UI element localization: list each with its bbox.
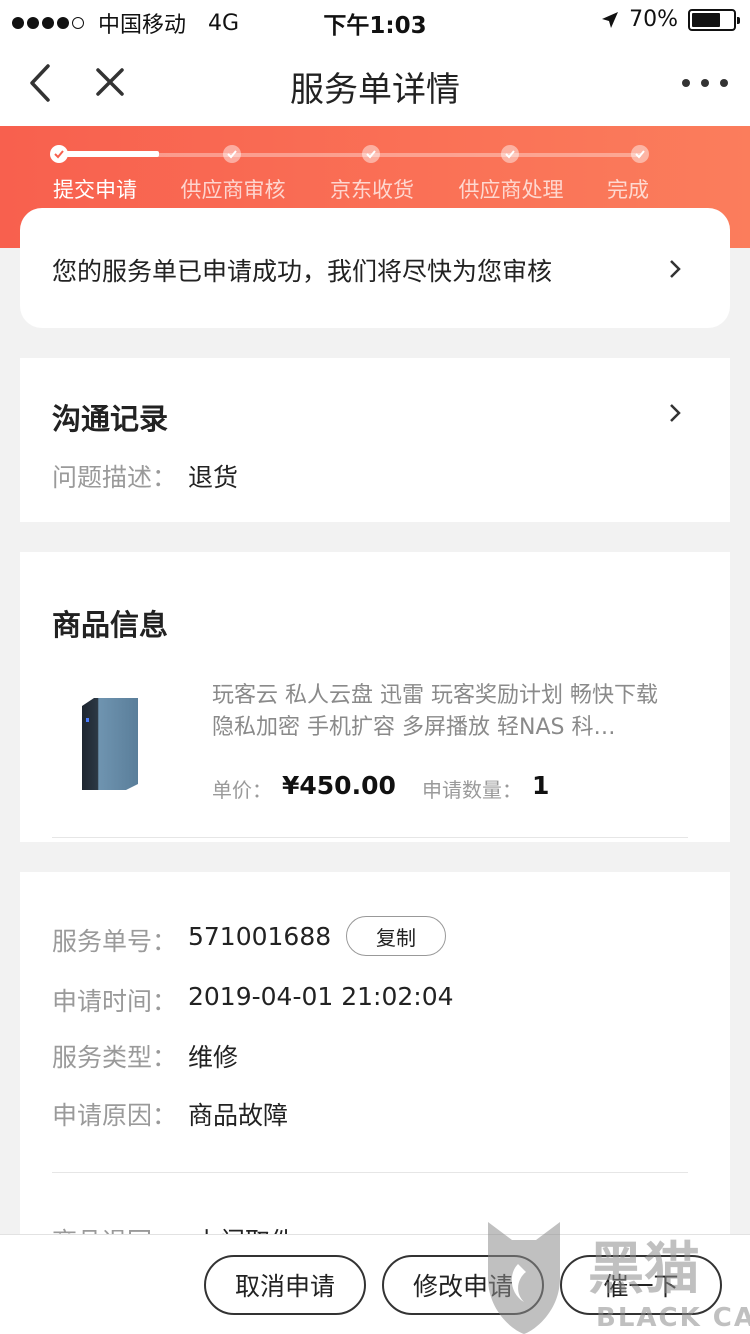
apply-time-label: 申请时间：: [52, 987, 178, 1016]
copy-button[interactable]: 复制: [346, 916, 446, 956]
apply-reason-label: 申请原因：: [52, 1101, 178, 1130]
service-type-value: 维修: [188, 1043, 239, 1072]
location-arrow-icon: [602, 11, 619, 28]
progress-completed-segment: [59, 151, 159, 157]
step-dot-2: [223, 145, 241, 163]
communication-card[interactable]: 沟通记录 问题描述： 退货: [20, 358, 730, 522]
price-value: ¥450.00: [282, 771, 396, 800]
more-icon[interactable]: [682, 68, 728, 98]
service-number-value: 571001688: [188, 922, 332, 951]
status-bar: 中国移动 4G 下午1:03 70%: [0, 0, 750, 40]
step-label-5: 完成: [607, 178, 649, 202]
quantity-label: 申请数量：: [422, 778, 522, 802]
step-dot-4: [501, 145, 519, 163]
step-dot-5: [631, 145, 649, 163]
price-label: 单价：: [212, 778, 272, 802]
step-dot-3: [362, 145, 380, 163]
service-type-label: 服务类型：: [52, 1043, 178, 1072]
step-label-2: 供应商审核: [180, 178, 286, 202]
product-image[interactable]: [80, 696, 140, 792]
cancel-application-button[interactable]: 取消申请: [204, 1255, 366, 1315]
battery-icon: [688, 8, 740, 31]
quantity-value: 1: [532, 771, 550, 800]
chevron-right-icon: [670, 404, 681, 422]
goods-title: 商品信息: [52, 608, 169, 642]
step-label-4: 供应商处理: [458, 178, 564, 202]
service-number-label: 服务单号：: [52, 927, 178, 956]
battery-percent: 70%: [629, 7, 678, 32]
goods-card: 商品信息 玩客云 私人云盘 迅雷 玩客奖励计划 畅快下载 隐私加密 手机扩容 多…: [20, 552, 730, 842]
product-name[interactable]: 玩客云 私人云盘 迅雷 玩客奖励计划 畅快下载 隐私加密 手机扩容 多屏播放 轻…: [212, 680, 662, 744]
battery-fill: [692, 12, 720, 27]
apply-time-value: 2019-04-01 21:02:04: [188, 982, 454, 1011]
page-title: 服务单详情: [290, 70, 460, 110]
urge-button[interactable]: 催一下: [560, 1255, 722, 1315]
divider: [52, 837, 688, 838]
step-dot-1: [50, 145, 68, 163]
status-right: 70%: [601, 7, 740, 32]
notice-card[interactable]: 您的服务单已申请成功，我们将尽快为您审核: [20, 208, 730, 328]
step-label-1: 提交申请: [53, 178, 137, 202]
notice-text: 您的服务单已申请成功，我们将尽快为您审核: [52, 257, 553, 286]
step-label-3: 京东收货: [330, 178, 414, 202]
nav-bar: 服务单详情: [0, 40, 750, 126]
modify-application-button[interactable]: 修改申请: [382, 1255, 544, 1315]
chevron-right-icon: [670, 260, 681, 278]
problem-value: 退货: [188, 463, 239, 492]
divider: [52, 1172, 688, 1173]
apply-reason-value: 商品故障: [188, 1101, 289, 1130]
communication-title: 沟通记录: [52, 402, 169, 436]
problem-label: 问题描述：: [52, 463, 178, 492]
bottom-action-bar: 取消申请 修改申请 催一下: [0, 1234, 750, 1334]
